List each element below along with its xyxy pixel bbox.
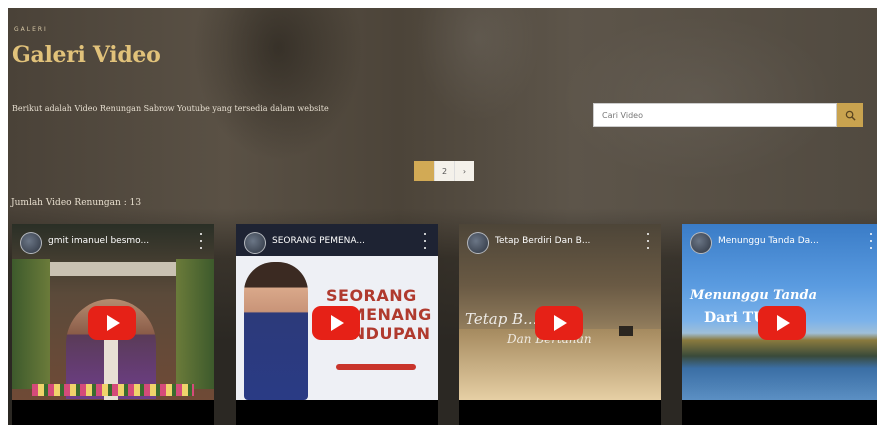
search-button[interactable] (837, 103, 863, 127)
gallery-content: GALERI Galeri Video Berikut adalah Video… (8, 8, 877, 425)
play-button-icon[interactable] (312, 306, 360, 340)
video-title[interactable]: Menunggu Tanda Da... (718, 236, 858, 246)
channel-avatar[interactable] (690, 232, 712, 254)
video-title[interactable]: SEORANG PEMENA... (272, 236, 412, 246)
channel-avatar[interactable] (244, 232, 266, 254)
thumbnail-text: Menunggu Tanda (690, 288, 817, 303)
next-page-button[interactable]: › (454, 161, 474, 181)
play-button-icon[interactable] (88, 306, 136, 340)
search-input[interactable] (593, 103, 837, 127)
video-title[interactable]: gmit imanuel besmo... (48, 236, 188, 246)
page-description: Berikut adalah Video Renungan Sabrow You… (12, 104, 329, 113)
video-count: Jumlah Video Renungan : 13 (11, 198, 142, 208)
page-title: Galeri Video (12, 42, 161, 68)
page-2-button[interactable]: 2 (434, 161, 454, 181)
play-button-icon[interactable] (758, 306, 806, 340)
video-grid: gmit imanuel besmo... SEORANG PEMENANG K… (12, 224, 877, 425)
video-card[interactable]: Menunggu Tanda Dari TUHAN Menunggu Tanda… (682, 224, 877, 425)
video-card[interactable]: SEORANG PEMENANG KANDUPAN SEORANG PEMENA… (236, 224, 438, 425)
more-options-icon[interactable] (643, 233, 653, 249)
search-icon (845, 110, 856, 121)
play-button-icon[interactable] (535, 306, 583, 340)
section-eyebrow: GALERI (14, 26, 48, 33)
video-gallery-page: GALERI Galeri Video Berikut adalah Video… (8, 8, 877, 425)
channel-avatar[interactable] (20, 232, 42, 254)
search-bar (593, 103, 863, 127)
page-1-button[interactable]: 1 (414, 161, 434, 181)
video-card[interactable]: Tetap B... Dan Bertahan Tetap Berdiri Da… (459, 224, 661, 425)
thumbnail-text: Tetap B... (465, 310, 538, 328)
video-title[interactable]: Tetap Berdiri Dan B... (495, 236, 635, 246)
channel-avatar[interactable] (467, 232, 489, 254)
more-options-icon[interactable] (196, 233, 206, 249)
more-options-icon[interactable] (420, 233, 430, 249)
more-options-icon[interactable] (866, 233, 876, 249)
pagination: 1 2 › (414, 161, 474, 181)
video-card[interactable]: gmit imanuel besmo... (12, 224, 214, 425)
